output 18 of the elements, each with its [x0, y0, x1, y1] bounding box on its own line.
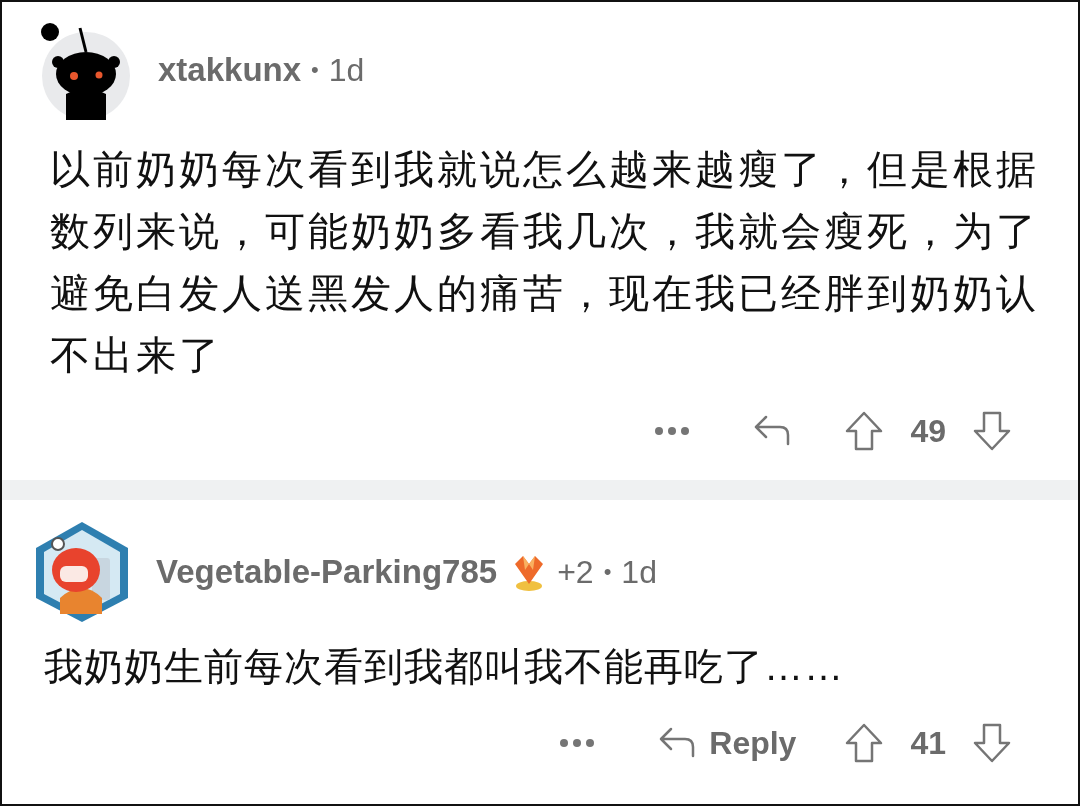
separator-dot: • — [603, 559, 612, 585]
downvote-icon[interactable] — [972, 722, 1012, 764]
comment-text: 我奶奶生前每次看到我都叫我不能再吃了…… — [44, 644, 845, 690]
timestamp: 1d — [621, 553, 657, 591]
separator-dot: • — [311, 57, 319, 83]
reply-button[interactable]: Reply — [657, 724, 797, 762]
upvote-icon[interactable] — [844, 410, 885, 452]
comment-text: 以前奶奶每次看到我就说怎么越来越瘦了，但是根据数列来说，可能奶奶多看我几次，我就会瘦死，为了避免白发人送黑发人的痛苦，现在我已经胖到奶奶认不出来了 — [50, 146, 1040, 379]
username[interactable]: Vegetable-Parking785 — [156, 553, 498, 591]
upvote-icon[interactable] — [844, 722, 885, 764]
more-icon[interactable] — [654, 426, 691, 436]
more-icon[interactable] — [559, 738, 596, 748]
timestamp: 1d — [328, 51, 365, 89]
vote-count: 49 — [910, 412, 946, 450]
username[interactable]: xtakkunx — [158, 51, 302, 89]
downvote-icon[interactable] — [972, 410, 1012, 452]
award-count: +2 — [557, 553, 594, 591]
vote-count: 41 — [910, 724, 946, 762]
